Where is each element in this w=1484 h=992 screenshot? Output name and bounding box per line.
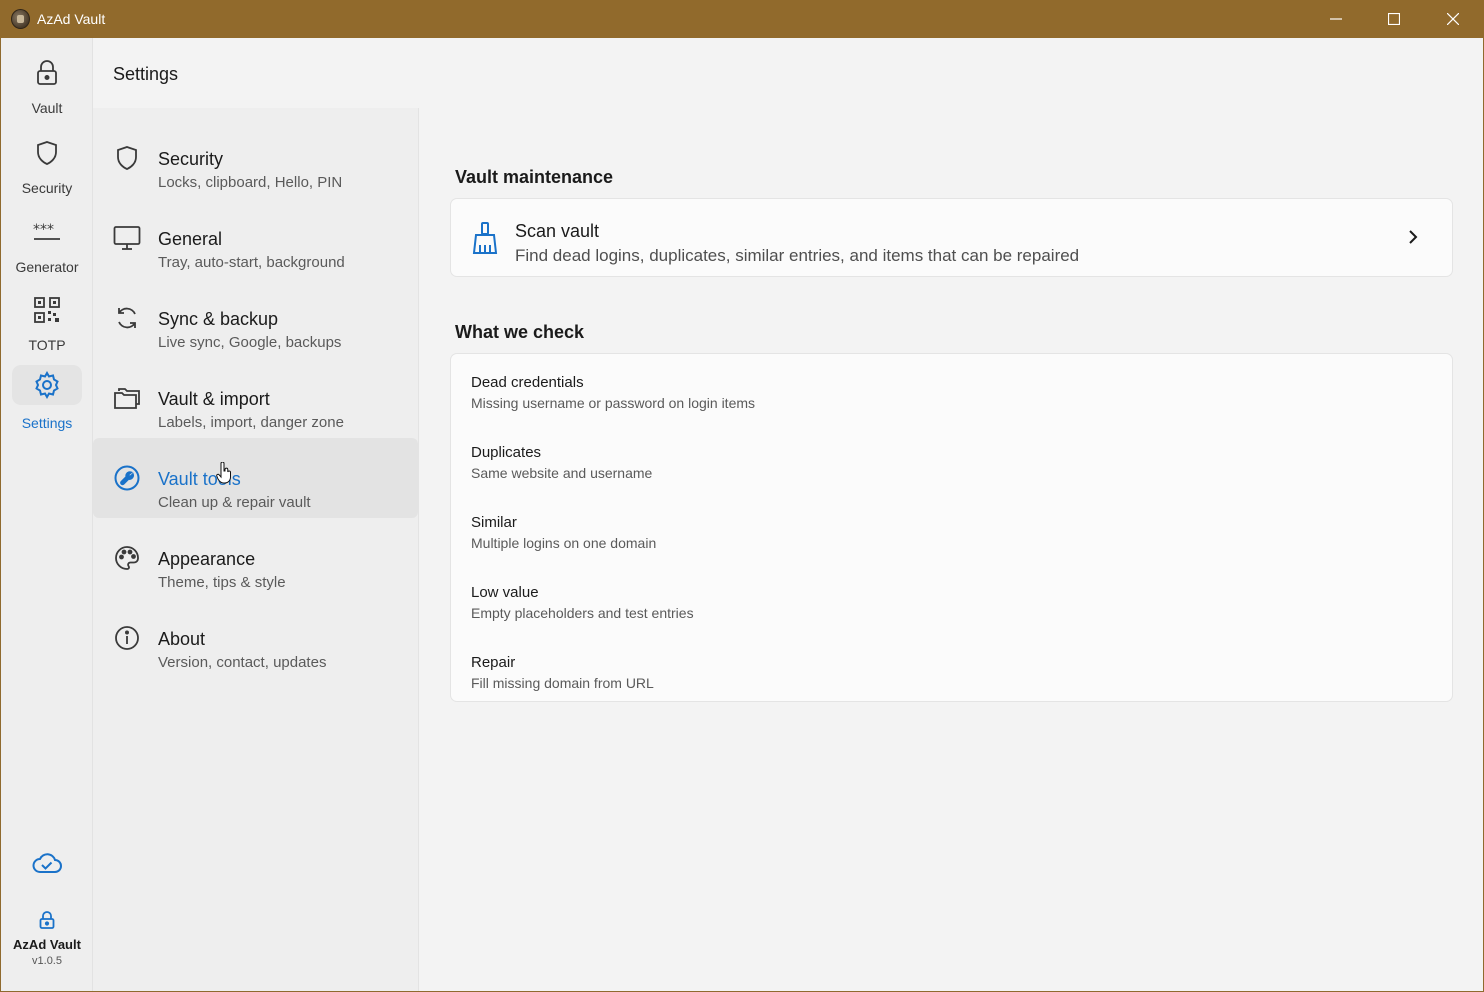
what-we-check-heading: What we check (455, 322, 585, 342)
check-item: Low value Empty placeholders and test en… (471, 584, 694, 621)
settings-item-desc: Locks, clipboard, Hello, PIN (158, 174, 343, 191)
scan-vault-button[interactable]: Scan vault Find dead logins, duplicates,… (450, 198, 1453, 277)
close-button[interactable] (1424, 0, 1482, 38)
monitor-icon (113, 224, 141, 252)
lock-icon (39, 911, 55, 929)
close-icon (1447, 13, 1459, 25)
rail-item-totp[interactable]: TOTP (12, 283, 82, 353)
check-desc: Missing username or password on login it… (471, 395, 756, 411)
nav-rail: Vault Security *** Generator TOTP Settin… (1, 38, 93, 991)
vault-maintenance-heading: Vault maintenance (455, 167, 614, 187)
rail-item-security[interactable]: Security (12, 126, 82, 196)
palette-icon (113, 544, 141, 572)
password-dots-icon: *** (32, 217, 62, 247)
chevron-right-icon (1408, 229, 1418, 250)
checks-card: Dead credentials Missing username or pas… (450, 353, 1453, 702)
title-bar: AzAd Vault (0, 0, 1484, 38)
maximize-button[interactable] (1365, 0, 1423, 38)
scan-vault-title: Scan vault (515, 221, 600, 241)
check-item: Dead credentials Missing username or pas… (471, 374, 755, 411)
lock-icon (32, 58, 62, 88)
shield-icon (113, 144, 141, 172)
rail-item-settings[interactable]: Settings (12, 358, 82, 431)
cloud-check-icon (32, 853, 62, 873)
wrench-icon (113, 464, 141, 492)
check-desc: Multiple logins on one domain (471, 535, 657, 551)
minimize-button[interactable] (1307, 0, 1365, 38)
settings-item-sync-backup[interactable]: Sync & backup Live sync, Google, backups (93, 278, 418, 358)
settings-item-vault-tools[interactable]: Vault tools Clean up & repair vault (93, 438, 418, 518)
window-title: AzAd Vault (37, 11, 106, 27)
scan-vault-desc: Find dead logins, duplicates, similar en… (515, 246, 1080, 265)
svg-text:***: *** (33, 222, 54, 238)
minimize-icon (1330, 18, 1342, 20)
app-name: AzAd Vault (13, 937, 81, 952)
settings-item-title: General (158, 229, 223, 249)
window-client: Vault Security *** Generator TOTP Settin… (1, 38, 1483, 991)
hand-cursor-icon (216, 461, 232, 489)
app-logo-icon (11, 9, 30, 29)
shield-icon (32, 138, 62, 168)
check-item: Similar Multiple logins on one domain (471, 514, 656, 551)
rail-label: Settings (21, 415, 73, 431)
check-desc: Same website and username (471, 465, 653, 481)
rail-label: Generator (15, 259, 79, 275)
broom-icon (471, 221, 499, 255)
gear-icon (12, 365, 82, 405)
settings-item-title: Appearance (158, 549, 256, 569)
settings-list: Security Locks, clipboard, Hello, PIN Ge… (93, 108, 419, 991)
app-footer: AzAd Vault v1.0.5 (1, 910, 93, 967)
settings-item-desc: Live sync, Google, backups (158, 334, 342, 351)
app-version: v1.0.5 (32, 955, 62, 967)
settings-item-vault-import[interactable]: Vault & import Labels, import, danger zo… (93, 358, 418, 438)
sync-status-button[interactable] (1, 852, 93, 881)
info-icon (113, 624, 141, 652)
settings-item-desc: Labels, import, danger zone (158, 414, 344, 431)
check-desc: Fill missing domain from URL (471, 675, 654, 691)
rail-label: TOTP (28, 337, 66, 353)
check-item: Repair Fill missing domain from URL (471, 654, 654, 691)
settings-item-security[interactable]: Security Locks, clipboard, Hello, PIN (93, 118, 418, 198)
settings-item-desc: Theme, tips & style (158, 574, 286, 591)
check-item: Duplicates Same website and username (471, 444, 652, 481)
settings-item-title: About (158, 629, 206, 649)
settings-item-appearance[interactable]: Appearance Theme, tips & style (93, 518, 418, 598)
settings-item-desc: Clean up & repair vault (158, 494, 311, 511)
settings-item-title: Security (158, 149, 224, 169)
rail-item-vault[interactable]: Vault (12, 46, 82, 116)
settings-item-desc: Version, contact, updates (158, 654, 327, 671)
page-title: Settings (113, 64, 179, 84)
rail-item-generator[interactable]: *** Generator (12, 205, 82, 275)
check-title: Low value (471, 584, 539, 601)
check-desc: Empty placeholders and test entries (471, 605, 694, 621)
check-title: Similar (471, 514, 517, 531)
settings-item-title: Sync & backup (158, 309, 279, 329)
rail-label: Vault (31, 100, 63, 116)
settings-item-title: Vault & import (158, 389, 270, 409)
qr-code-icon (32, 295, 62, 325)
maximize-icon (1388, 13, 1400, 25)
sync-icon (113, 304, 141, 332)
check-title: Dead credentials (471, 374, 584, 391)
check-title: Duplicates (471, 444, 542, 461)
folders-icon (113, 384, 141, 412)
rail-label: Security (21, 180, 73, 196)
settings-item-about[interactable]: About Version, contact, updates (93, 598, 418, 678)
settings-item-desc: Tray, auto-start, background (158, 254, 345, 271)
check-title: Repair (471, 654, 516, 671)
settings-item-general[interactable]: General Tray, auto-start, background (93, 198, 418, 278)
